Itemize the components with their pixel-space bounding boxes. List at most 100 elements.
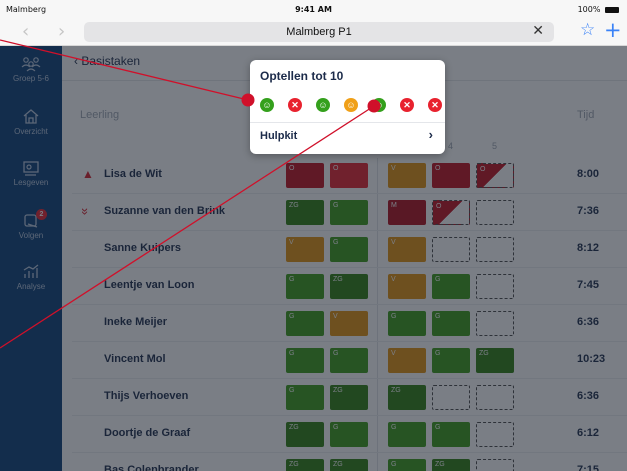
sidebar-item-label: Lesgeven xyxy=(13,178,49,187)
score-cell[interactable]: G xyxy=(330,422,368,447)
score-cell[interactable] xyxy=(476,422,514,447)
address-text: Malmberg P1 xyxy=(286,26,352,38)
row-separator xyxy=(72,304,627,305)
score-cell[interactable]: ZG xyxy=(286,459,324,471)
back-link[interactable]: ‹ Basistaken xyxy=(74,54,140,68)
person-correct-icon: ☺ xyxy=(316,98,330,112)
sidebar-item-overzicht[interactable]: Overzicht xyxy=(0,108,62,136)
bookmark-icon[interactable]: ☆ xyxy=(580,20,595,40)
score-cell[interactable]: G xyxy=(388,422,426,447)
table-row[interactable]: Ineke Meijer G V G G 6:36 xyxy=(62,306,627,342)
score-cell[interactable]: V xyxy=(388,237,426,262)
browser-toolbar: ‹ › Malmberg P1 ✕ ☆ + xyxy=(0,18,627,46)
score-cell[interactable]: G xyxy=(432,274,470,299)
score-cell[interactable]: ZG xyxy=(432,459,470,471)
attention-chevrons-icon: » xyxy=(78,207,94,216)
clear-address-icon[interactable]: ✕ xyxy=(532,23,544,39)
score-cell[interactable]: V xyxy=(286,237,324,262)
home-icon xyxy=(23,109,39,124)
sidebar-item-groep[interactable]: Groep 5-6 xyxy=(0,56,62,83)
score-cell[interactable]: ZG xyxy=(330,459,368,471)
score-cell[interactable]: V xyxy=(388,274,426,299)
score-cell[interactable]: O xyxy=(432,163,470,188)
score-label: G xyxy=(333,202,339,209)
score-cell[interactable]: G xyxy=(388,311,426,336)
score-cell[interactable]: G xyxy=(330,348,368,373)
student-time: 10:23 xyxy=(577,353,606,365)
score-cell[interactable] xyxy=(476,237,514,262)
score-cell[interactable]: G xyxy=(286,348,324,373)
score-cell[interactable] xyxy=(476,385,514,410)
score-cell[interactable]: G xyxy=(286,274,324,299)
battery-label: 100% xyxy=(577,5,601,14)
score-label: ZG xyxy=(289,202,299,209)
battery-indicator: 100% xyxy=(578,5,619,14)
score-label: G xyxy=(391,424,397,431)
table-row[interactable]: Leentje van Loon G ZG V G 7:45 xyxy=(62,269,627,305)
score-cell[interactable]: ZG xyxy=(476,348,514,373)
score-cell[interactable]: ZG xyxy=(286,200,324,225)
table-row[interactable]: Bas Colenbrander ZG ZG G ZG 7:15 xyxy=(62,454,627,471)
score-cell[interactable]: ZG xyxy=(330,385,368,410)
sidebar-item-label: Overzicht xyxy=(14,127,48,136)
back-link-label: Basistaken xyxy=(81,54,141,68)
forward-nav-icon[interactable]: › xyxy=(58,21,65,42)
table-row[interactable]: » Suzanne van den Brink ZG G M O 7:36 xyxy=(62,195,627,231)
score-cell[interactable]: ZG xyxy=(286,422,324,447)
score-cell[interactable] xyxy=(476,274,514,299)
score-cell[interactable] xyxy=(476,459,514,471)
score-label: O xyxy=(435,165,441,172)
score-cell[interactable]: G xyxy=(330,237,368,262)
table-row[interactable]: Doortje de Graaf ZG G G G 6:12 xyxy=(62,417,627,453)
score-label: G xyxy=(289,387,295,394)
score-cell[interactable] xyxy=(432,237,470,262)
sidebar-item-volgen[interactable]: 2 Volgen xyxy=(0,209,62,240)
score-cell[interactable]: G xyxy=(330,200,368,225)
back-nav-icon[interactable]: ‹ xyxy=(22,21,29,42)
student-name: Bas Colenbrander xyxy=(104,464,199,471)
table-row[interactable]: Sanne Kuipers V G V 8:12 xyxy=(62,232,627,268)
student-name: Suzanne van den Brink xyxy=(104,205,226,217)
score-cell[interactable] xyxy=(476,200,514,225)
score-cell[interactable]: G xyxy=(432,348,470,373)
score-cell[interactable]: G xyxy=(286,385,324,410)
person-correct-icon: ☺ xyxy=(260,98,274,112)
score-cell[interactable]: O xyxy=(330,163,368,188)
score-cell[interactable]: V xyxy=(388,163,426,188)
score-cell[interactable]: ZG xyxy=(388,385,426,410)
student-name: Sanne Kuipers xyxy=(104,242,182,254)
score-label: ZG xyxy=(289,461,299,468)
score-cell[interactable]: O xyxy=(286,163,324,188)
score-cell[interactable]: O xyxy=(476,163,514,188)
score-cell[interactable]: G xyxy=(432,422,470,447)
new-tab-icon[interactable]: + xyxy=(604,18,622,42)
status-bar: Malmberg 9:41 AM 100% xyxy=(0,0,627,18)
wrong-icon: ✕ xyxy=(400,98,414,112)
table-row[interactable]: Vincent Mol G G V G ZG 10:23 xyxy=(62,343,627,379)
chevron-right-icon[interactable]: › xyxy=(429,127,433,142)
score-cell[interactable]: ZG xyxy=(330,274,368,299)
wrong-icon: ✕ xyxy=(288,98,302,112)
score-cell[interactable]: G xyxy=(432,311,470,336)
score-cell[interactable]: O xyxy=(432,200,470,225)
student-time: 7:15 xyxy=(577,464,600,471)
score-label: G xyxy=(435,350,441,357)
address-bar[interactable]: Malmberg P1 ✕ xyxy=(84,22,554,42)
score-cell[interactable]: V xyxy=(330,311,368,336)
hulpkit-link[interactable]: Hulpkit xyxy=(260,130,297,142)
score-cell[interactable] xyxy=(432,385,470,410)
sidebar-item-lesgeven[interactable]: Lesgeven xyxy=(0,160,62,187)
score-cell[interactable]: M xyxy=(388,200,426,225)
column-number: 5 xyxy=(492,141,498,151)
score-cell[interactable]: G xyxy=(286,311,324,336)
score-cell[interactable] xyxy=(476,311,514,336)
score-cell[interactable]: V xyxy=(388,348,426,373)
notification-badge: 2 xyxy=(36,209,47,220)
score-cell[interactable]: G xyxy=(388,459,426,471)
table-row[interactable]: ▲ Lisa de Wit O O V O O 8:00 xyxy=(62,158,627,194)
row-separator xyxy=(72,267,627,268)
table-row[interactable]: Thijs Verhoeven G ZG ZG 6:36 xyxy=(62,380,627,416)
score-label: M xyxy=(391,202,397,209)
chart-icon xyxy=(23,264,39,278)
sidebar-item-analyse[interactable]: Analyse xyxy=(0,264,62,291)
